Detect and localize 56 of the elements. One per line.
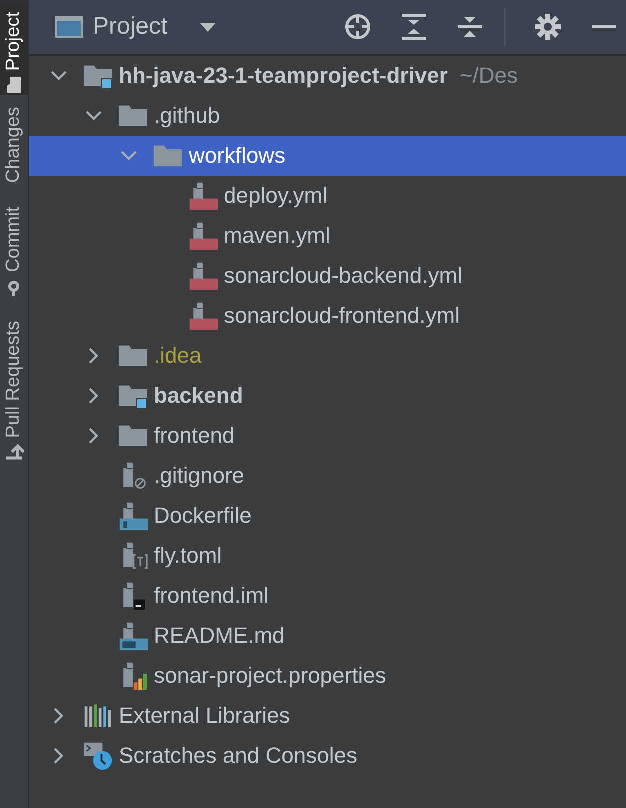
tree-item[interactable]: fly.toml (29, 536, 626, 576)
file-icon (188, 261, 218, 291)
tree-item[interactable]: frontend (29, 416, 626, 456)
tree-item-label: workflows (189, 143, 286, 169)
tree-item-label: sonarcloud-backend.yml (224, 263, 462, 289)
tree-item-label: frontend (154, 423, 235, 449)
tree-item[interactable]: External Libraries (29, 696, 626, 736)
tree-item[interactable]: workflows (29, 136, 626, 176)
tree-item[interactable]: sonar-project.properties (29, 656, 626, 696)
tree-item-label: sonarcloud-frontend.yml (224, 303, 460, 329)
panel-title[interactable]: Project (93, 13, 168, 41)
tree-item[interactable]: README.md (29, 616, 626, 656)
tree-item-label: hh-java-23-1-teamproject-driver (119, 63, 448, 89)
side-tab[interactable]: Commit (0, 195, 28, 309)
locate-icon[interactable] (344, 13, 372, 41)
tree-item[interactable]: .gitignore (29, 456, 626, 496)
tree-item[interactable]: .idea (29, 336, 626, 376)
settings-icon[interactable] (534, 13, 562, 41)
file-icon (118, 621, 148, 651)
dropdown-caret-icon[interactable] (198, 21, 218, 33)
side-tab[interactable]: Pull Requests (0, 308, 28, 474)
tree-item-label: Dockerfile (154, 503, 252, 529)
pull-request-icon (4, 442, 24, 462)
side-tab[interactable]: Project (0, 0, 28, 96)
tree-item-label: Scratches and Consoles (119, 743, 358, 769)
tree-item-label: .idea (154, 343, 202, 369)
tree-item-label: External Libraries (119, 703, 290, 729)
folder-icon (4, 75, 24, 96)
tree-item[interactable]: frontend.iml (29, 576, 626, 616)
file-icon (188, 181, 218, 211)
tree-item[interactable]: sonarcloud-backend.yml (29, 256, 626, 296)
tree-item[interactable]: .github (29, 96, 626, 136)
scratch-clock-icon (83, 741, 113, 771)
project-path: ~/Des (460, 63, 518, 89)
tree-item[interactable]: Scratches and Consoles (29, 736, 626, 776)
tree-item[interactable]: Dockerfile (29, 496, 626, 536)
tree-item[interactable]: sonarcloud-frontend.yml (29, 296, 626, 336)
tree-item-label: .gitignore (154, 463, 245, 489)
tree-item-label: deploy.yml (224, 183, 328, 209)
tree-item[interactable]: deploy.yml (29, 176, 626, 216)
file-icon (118, 501, 148, 531)
tree-item[interactable]: maven.yml (29, 216, 626, 256)
tree-item-label: maven.yml (224, 223, 330, 249)
tree-item-label: backend (154, 383, 244, 409)
tree-item[interactable]: backend (29, 376, 626, 416)
file-icon (188, 221, 218, 251)
window-icon (55, 16, 83, 38)
side-tab[interactable]: Changes (0, 95, 28, 196)
expand-all-icon[interactable] (400, 13, 428, 41)
tree-item-label: frontend.iml (154, 583, 269, 609)
file-icon (188, 301, 218, 331)
tree-item[interactable]: hh-java-23-1-teamproject-driver ~/Des (29, 56, 626, 96)
tree-item-label: .github (154, 103, 220, 129)
tree-item-label: sonar-project.properties (154, 663, 386, 689)
tree-item-label: README.md (154, 623, 285, 649)
tree-item-label: fly.toml (154, 543, 222, 569)
